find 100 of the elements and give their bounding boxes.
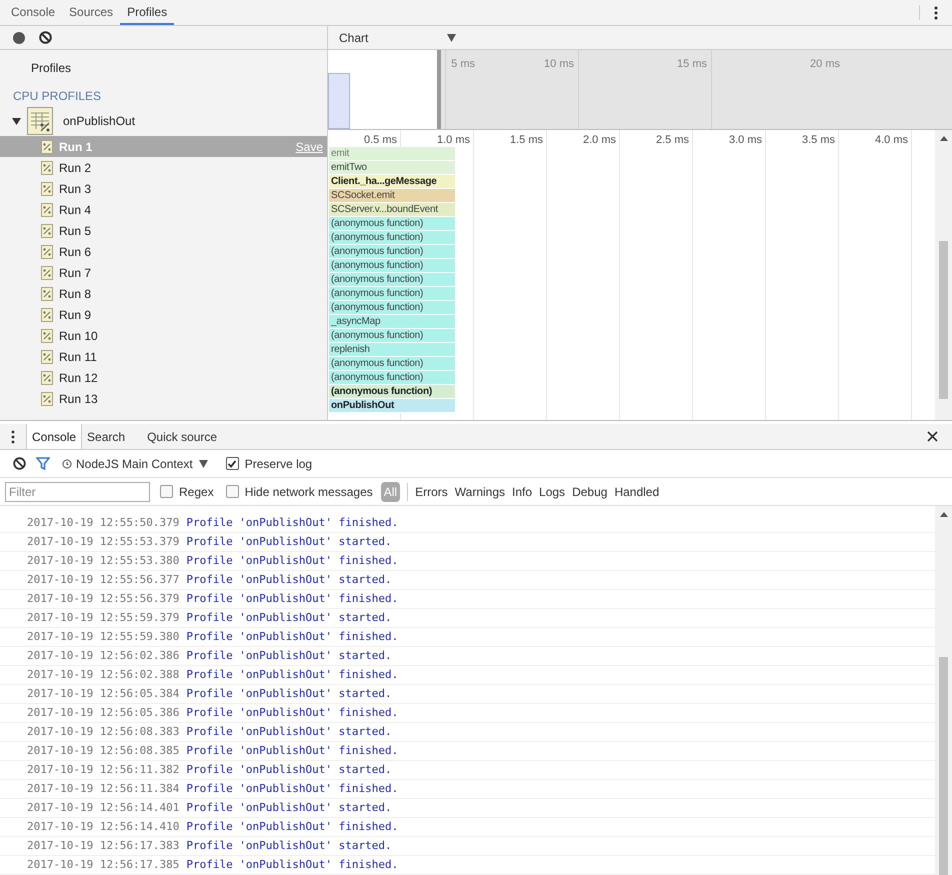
clear-console-icon[interactable]	[13, 457, 26, 470]
panel-tab[interactable]: Sources	[62, 0, 120, 25]
run-label: Run 1	[59, 138, 92, 156]
profile-file-icon	[41, 370, 53, 384]
flame-bar[interactable]: emit	[329, 147, 455, 161]
panel-tab[interactable]: Console	[4, 0, 62, 25]
profile-run-row[interactable]: Run 10	[0, 325, 327, 346]
preserve-log-label[interactable]: Preserve log	[244, 454, 312, 472]
profile-group-label[interactable]: onPublishOut	[63, 112, 136, 130]
scroll-up-icon[interactable]	[940, 512, 948, 517]
preserve-log-checkbox[interactable]	[226, 457, 239, 470]
flame-bar[interactable]: _asyncMap	[329, 315, 455, 329]
record-icon[interactable]	[13, 32, 25, 44]
filter-field[interactable]: Filter	[5, 482, 150, 502]
flame-bar[interactable]: (anonymous function)	[329, 357, 455, 371]
flame-bar[interactable]: (anonymous function)	[329, 245, 455, 259]
flame-bar[interactable]: onPublishOut	[329, 399, 455, 413]
log-timestamp: 2017-10-19 12:56:17.383	[27, 838, 180, 854]
log-message: Profile 'onPublishOut' started.	[186, 648, 392, 664]
level-filter[interactable]: Errors	[415, 482, 448, 502]
run-label: Run 5	[59, 222, 92, 240]
log-message: Profile 'onPublishOut' started.	[186, 800, 392, 816]
log-message: Profile 'onPublishOut' finished.	[186, 514, 398, 531]
drawer-tab[interactable]: Quick source	[142, 424, 222, 449]
flame-bar[interactable]: emitTwo	[329, 161, 455, 175]
flame-bar[interactable]: (anonymous function)	[329, 259, 455, 273]
time-tick-label: 3.0 ms	[728, 133, 762, 146]
profile-file-icon	[41, 244, 53, 258]
overview-tick-label: 20 ms	[810, 57, 840, 72]
drawer-tab[interactable]: Console	[26, 424, 82, 449]
log-message: Profile 'onPublishOut' finished.	[186, 666, 398, 683]
flame-bar[interactable]: (anonymous function)	[329, 231, 455, 245]
profile-run-row[interactable]: Run 2	[0, 157, 327, 178]
log-message: Profile 'onPublishOut' finished.	[186, 552, 398, 569]
profile-run-row[interactable]: Run 5	[0, 220, 327, 241]
log-timestamp: 2017-10-19 12:55:53.380	[27, 552, 180, 569]
profile-run-row[interactable]: Run 9	[0, 304, 327, 325]
log-message: Profile 'onPublishOut' started.	[186, 610, 392, 626]
scrollbar[interactable]	[935, 130, 952, 420]
close-icon[interactable]	[927, 431, 938, 442]
flame-bar[interactable]: Client._ha...geMessage	[329, 175, 455, 189]
log-message: Profile 'onPublishOut' started.	[186, 838, 392, 854]
scrollbar[interactable]	[935, 506, 952, 875]
level-filter[interactable]: Warnings	[454, 482, 506, 502]
filter-icon[interactable]	[36, 457, 50, 470]
profile-file-icon	[41, 308, 53, 322]
hide-network-label[interactable]: Hide network messages	[244, 482, 373, 500]
flame-bar[interactable]: (anonymous function)	[329, 301, 455, 315]
time-tick-label: 1.0 ms	[436, 133, 470, 146]
profile-file-icon	[41, 350, 53, 364]
drawer-tab[interactable]: Search	[82, 424, 130, 449]
profile-run-row[interactable]: Run 12	[0, 367, 327, 388]
profile-file-icon	[41, 286, 53, 300]
log-timestamp: 2017-10-19 12:55:50.379	[27, 514, 180, 531]
log-timestamp: 2017-10-19 12:56:11.384	[27, 780, 180, 797]
log-timestamp: 2017-10-19 12:55:59.379	[27, 610, 180, 626]
log-timestamp: 2017-10-19 12:55:56.379	[27, 590, 180, 607]
log-message: Profile 'onPublishOut' finished.	[186, 856, 398, 873]
flame-bar[interactable]: (anonymous function)	[329, 329, 455, 343]
profile-run-row[interactable]: Run 7	[0, 262, 327, 283]
flame-bar[interactable]: (anonymous function)	[329, 217, 455, 231]
flame-bar[interactable]: (anonymous function)	[329, 273, 455, 287]
scroll-up-icon[interactable]	[940, 136, 948, 141]
clear-icon[interactable]	[39, 31, 52, 44]
profile-run-row[interactable]: Run 8	[0, 283, 327, 304]
level-filter[interactable]: Handled	[614, 482, 660, 502]
log-message: Profile 'onPublishOut' finished.	[186, 590, 398, 607]
log-message: Profile 'onPublishOut' started.	[186, 762, 392, 778]
level-filter[interactable]: Info	[512, 482, 532, 502]
profile-file-icon	[41, 202, 53, 216]
regex-label[interactable]: Regex	[179, 482, 214, 500]
flame-bar[interactable]: (anonymous function)	[329, 287, 455, 301]
flame-bar[interactable]: SCServer.v...boundEvent	[329, 203, 455, 217]
level-filter[interactable]: Debug	[572, 482, 608, 502]
overview-tick-label: 15 ms	[677, 57, 707, 72]
profile-run-row[interactable]: Run 3	[0, 178, 327, 199]
log-timestamp: 2017-10-19 12:56:02.388	[27, 666, 180, 683]
flame-bar[interactable]: replenish	[329, 343, 455, 357]
run-label: Run 8	[59, 286, 92, 302]
profile-run-row[interactable]: Run 6	[0, 241, 327, 262]
context-selector[interactable]: NodeJS Main Context	[62, 454, 208, 472]
log-message: Profile 'onPublishOut' started.	[186, 534, 392, 550]
profiles-heading: Profiles	[31, 60, 72, 77]
expand-triangle-icon[interactable]	[12, 116, 21, 126]
run-label: Run 4	[59, 202, 92, 218]
log-message: Profile 'onPublishOut' started.	[186, 724, 392, 740]
flame-bar[interactable]: (anonymous function)	[329, 385, 455, 399]
hide-network-checkbox[interactable]	[226, 485, 239, 498]
profile-run-row[interactable]: Run 13	[0, 388, 327, 409]
profile-run-row[interactable]: Run 11	[0, 346, 327, 367]
profile-file-icon	[41, 224, 53, 238]
level-filter[interactable]: Logs	[539, 482, 566, 502]
regex-checkbox[interactable]	[160, 485, 173, 498]
flame-bar[interactable]: (anonymous function)	[329, 371, 455, 385]
dropdown-arrow-icon	[447, 34, 456, 42]
log-message: Profile 'onPublishOut' finished.	[186, 742, 398, 759]
flame-bar[interactable]: SCSocket.emit	[329, 189, 455, 203]
profile-run-row[interactable]: Run 4	[0, 199, 327, 220]
log-timestamp: 2017-10-19 12:56:02.386	[27, 648, 180, 664]
log-message: Profile 'onPublishOut' finished.	[186, 780, 398, 797]
